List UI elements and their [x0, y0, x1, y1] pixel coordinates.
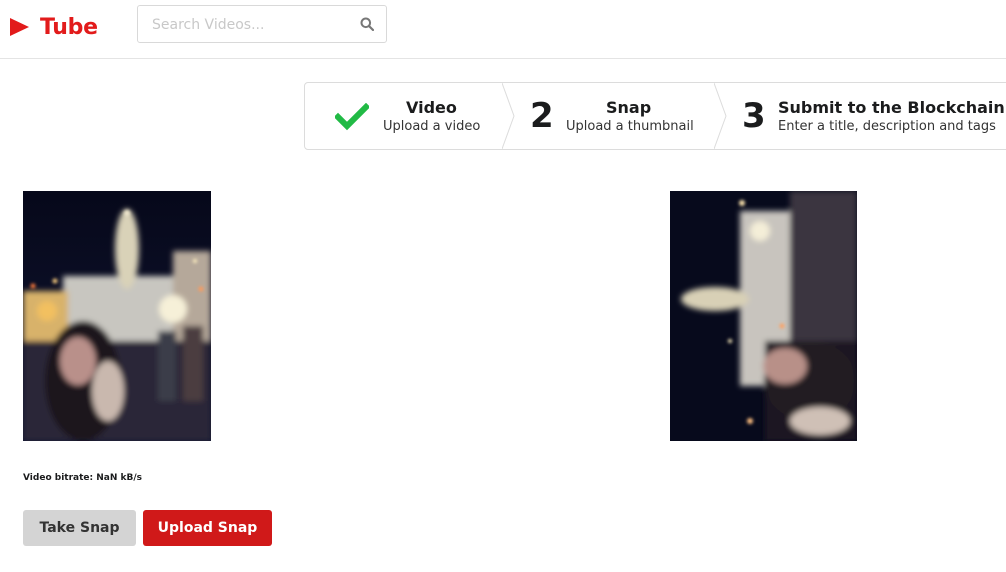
- search-box[interactable]: [137, 5, 387, 43]
- step-divider: [502, 83, 515, 149]
- upload-snap-button[interactable]: Upload Snap: [143, 510, 272, 546]
- video-bitrate: Video bitrate: NaN kB/s: [23, 473, 142, 483]
- step-title: Submit to the Blockchain: [778, 98, 1005, 117]
- snapshot-frame: [670, 191, 857, 441]
- video-player[interactable]: [23, 191, 211, 441]
- thumbnail-preview: [670, 191, 857, 441]
- search-icon[interactable]: [360, 17, 374, 31]
- step-title: Video: [406, 98, 457, 117]
- play-triangle-icon: [10, 18, 29, 36]
- logo[interactable]: Tube: [10, 12, 98, 42]
- step-description: Upload a thumbnail: [566, 119, 694, 134]
- top-bar: Tube: [0, 0, 1006, 59]
- step-number: 2: [530, 96, 554, 136]
- search-input[interactable]: [150, 12, 354, 38]
- checkmark-icon: [335, 103, 369, 131]
- take-snap-button[interactable]: Take Snap: [23, 510, 136, 546]
- video-frame: [23, 191, 211, 441]
- step-submit: 3 Submit to the Blockchain Enter a title…: [727, 83, 1006, 149]
- truncated-content: [23, 566, 37, 572]
- step-title: Snap: [606, 98, 652, 117]
- step-video: Video Upload a video: [305, 83, 503, 149]
- step-number: 3: [742, 96, 766, 136]
- step-description: Enter a title, description and tags: [778, 119, 996, 134]
- app-title: Tube: [40, 14, 98, 40]
- step-snap: 2 Snap Upload a thumbnail: [515, 83, 715, 149]
- step-description: Upload a video: [383, 119, 481, 134]
- upload-steps: Video Upload a video 2 Snap Upload a thu…: [304, 82, 1006, 150]
- step-divider: [714, 83, 727, 149]
